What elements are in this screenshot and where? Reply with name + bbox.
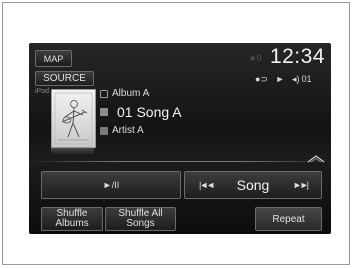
song-skip-control[interactable]: |◄◄ Song ►►| bbox=[184, 171, 322, 199]
artist-icon bbox=[100, 126, 108, 135]
speaker-icon: ◂) bbox=[291, 74, 300, 84]
bluetooth-status-icon: ∗0 bbox=[249, 53, 262, 63]
artist-name: Artist A bbox=[112, 125, 144, 136]
album-line: Album A bbox=[100, 88, 149, 99]
map-button[interactable]: MAP bbox=[35, 50, 72, 67]
audio-screen: MAP ∗0 12:34 SOURCE ●⊃ ► ◂) 01 iPod Album… bbox=[29, 43, 331, 234]
repeat-button[interactable]: Repeat bbox=[255, 207, 322, 231]
ipod-tag: iPod bbox=[35, 88, 50, 95]
shuffle-all-songs-button[interactable]: Shuffle All Songs bbox=[105, 207, 176, 231]
music-note-icon bbox=[100, 108, 108, 116]
artist-line: Artist A bbox=[100, 125, 144, 136]
play-pause-button[interactable]: ►/II bbox=[41, 171, 181, 199]
play-state-icon: ► bbox=[275, 74, 285, 84]
source-button[interactable]: SOURCE bbox=[35, 71, 94, 86]
song-line: 01 Song A bbox=[100, 104, 182, 120]
chevron-up-icon[interactable] bbox=[307, 155, 325, 163]
repeat-mode-icon: ●⊃ bbox=[255, 74, 268, 84]
album-name: Album A bbox=[112, 88, 150, 99]
album-art-reflection bbox=[51, 147, 94, 155]
shuffle-albums-line2: Albums bbox=[55, 218, 89, 229]
divider bbox=[29, 161, 331, 162]
song-label: Song bbox=[236, 177, 270, 193]
clock: 12:34 bbox=[269, 45, 325, 68]
shuffle-albums-button[interactable]: Shuffle Albums bbox=[41, 207, 103, 231]
status-row: ●⊃ ► ◂) 01 bbox=[255, 74, 316, 85]
guitarist-illustration bbox=[54, 92, 93, 145]
figure-frame: MAP ∗0 12:34 SOURCE ●⊃ ► ◂) 01 iPod Album… bbox=[2, 2, 350, 265]
track-number: 01 bbox=[301, 74, 312, 84]
next-track-icon[interactable]: ►►| bbox=[293, 180, 309, 190]
previous-track-icon[interactable]: |◄◄ bbox=[199, 180, 215, 190]
album-icon bbox=[100, 89, 108, 98]
album-art bbox=[51, 89, 96, 148]
song-title: 01 Song A bbox=[117, 104, 182, 120]
shuffle-all-line2: Songs bbox=[126, 218, 155, 229]
